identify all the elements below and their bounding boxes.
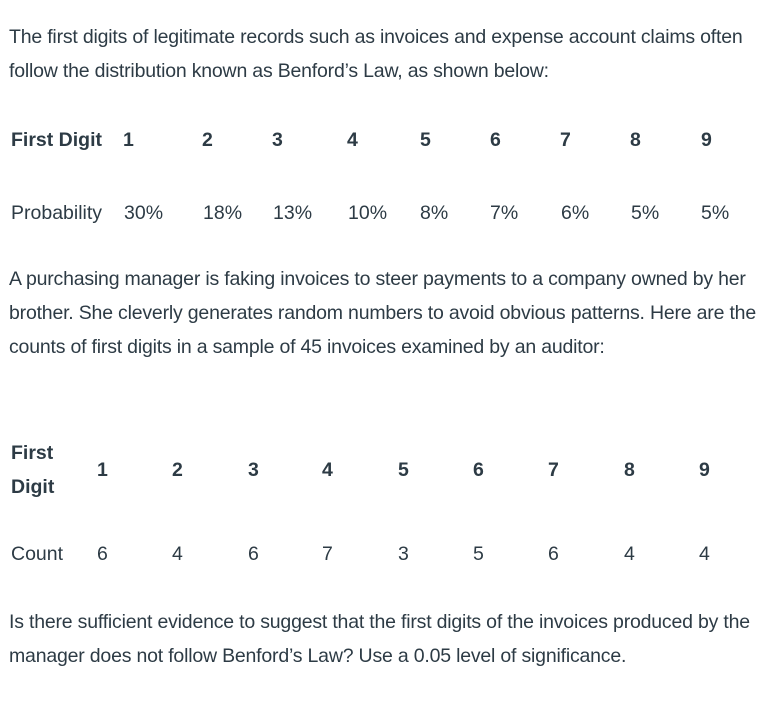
- benford-probability: 10%: [348, 202, 388, 224]
- first-digit-header-stacked: First Digit: [11, 436, 54, 504]
- benford-probability: 13%: [273, 202, 313, 224]
- sample-count: 6: [548, 543, 559, 565]
- benford-digit: 6: [490, 129, 501, 151]
- sample-count: 6: [97, 543, 108, 565]
- sample-count: 6: [248, 543, 259, 565]
- benford-probability: 5%: [631, 202, 660, 224]
- count-header: Count: [11, 543, 64, 565]
- benford-probability: 8%: [420, 202, 449, 224]
- probability-header: Probability: [11, 202, 103, 224]
- benford-digit: 1: [123, 129, 134, 151]
- first-digit-header-line1: First: [11, 442, 54, 464]
- benford-digit: 9: [701, 129, 712, 151]
- benford-digit: 5: [420, 129, 431, 151]
- sample-count: 3: [398, 543, 409, 565]
- sample-digit: 6: [473, 459, 484, 481]
- sample-digit: 1: [97, 459, 108, 481]
- benford-digit: 8: [630, 129, 641, 151]
- sample-digit: 4: [322, 459, 333, 481]
- sample-digit: 9: [699, 459, 710, 481]
- first-digit-header: First Digit: [11, 129, 102, 151]
- benford-digit: 2: [202, 129, 213, 151]
- sample-digit: 5: [398, 459, 409, 481]
- sample-digit: 7: [548, 459, 559, 481]
- sample-digit: 3: [248, 459, 259, 481]
- benford-digit: 4: [347, 129, 358, 151]
- first-digit-header-line2: Digit: [11, 476, 55, 498]
- benford-probability: 6%: [561, 202, 590, 224]
- benford-probability: 18%: [203, 202, 243, 224]
- scenario-paragraph: A purchasing manager is faking invoices …: [9, 268, 756, 358]
- sample-count: 7: [322, 543, 333, 565]
- benford-digit: 7: [560, 129, 571, 151]
- sample-digit: 8: [624, 459, 635, 481]
- benford-probability: 30%: [124, 202, 164, 224]
- question-paragraph: Is there sufficient evidence to suggest …: [9, 611, 750, 667]
- sample-count: 5: [473, 543, 484, 565]
- sample-count: 4: [624, 543, 635, 565]
- benford-probability: 5%: [701, 202, 730, 224]
- sample-count: 4: [172, 543, 183, 565]
- sample-digit: 2: [172, 459, 183, 481]
- benford-probability: 7%: [490, 202, 519, 224]
- intro-paragraph: The first digits of legitimate records s…: [9, 26, 743, 82]
- benford-digit: 3: [272, 129, 283, 151]
- sample-count: 4: [699, 543, 710, 565]
